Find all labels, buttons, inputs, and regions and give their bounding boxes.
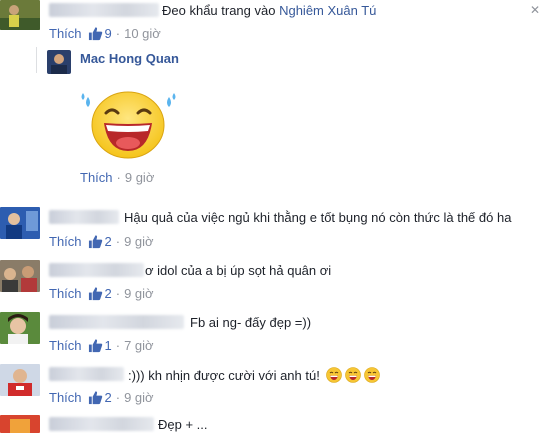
like-button[interactable]: Thích xyxy=(49,234,82,249)
reply-actions: Thích · 9 giờ xyxy=(80,170,154,185)
like-count[interactable]: 1 xyxy=(105,338,112,353)
comment-actions: Thích 9 · 10 giờ xyxy=(49,26,161,41)
separator-dot: · xyxy=(115,338,121,353)
timestamp[interactable]: 9 giờ xyxy=(124,286,154,301)
thumbs-up-icon xyxy=(88,339,102,353)
timestamp[interactable]: 7 giờ xyxy=(124,338,154,353)
thumbs-up-icon xyxy=(88,27,102,41)
timestamp[interactable]: 9 giờ xyxy=(124,234,154,249)
avatar[interactable] xyxy=(0,312,40,344)
avatar[interactable] xyxy=(0,260,40,292)
blurred-author-name xyxy=(49,367,124,381)
separator-dot: · xyxy=(115,26,121,41)
avatar[interactable] xyxy=(0,364,40,396)
comment-7: Đẹp + ... xyxy=(0,413,550,433)
timestamp[interactable]: 9 giờ xyxy=(125,170,155,185)
blurred-author-name xyxy=(49,417,154,431)
like-count[interactable]: 9 xyxy=(105,26,112,41)
avatar[interactable] xyxy=(47,50,71,74)
blurred-author-name xyxy=(49,263,144,277)
thumbs-up-icon xyxy=(88,287,102,301)
laughing-emoji-icon xyxy=(81,91,176,159)
comment-body: Hậu quả của việc ngủ khi thằng e tốt bụn… xyxy=(124,210,512,225)
blurred-author-name xyxy=(49,210,119,224)
reply-thread-line xyxy=(36,47,37,73)
thumbs-up-icon xyxy=(88,235,102,249)
separator-dot: · xyxy=(116,170,121,185)
comment-actions: Thích 2 · 9 giờ xyxy=(49,286,154,301)
avatar[interactable] xyxy=(0,207,40,239)
like-count[interactable]: 2 xyxy=(105,234,112,249)
laughing-emoji-icon xyxy=(364,367,381,383)
blurred-author-name xyxy=(49,3,159,17)
comment-actions: Thích 2 · 9 giờ xyxy=(49,390,154,405)
thumbs-up-icon xyxy=(88,391,102,405)
like-count[interactable]: 2 xyxy=(105,286,112,301)
comment-1: Đeo khẩu trang vào Nghiêm Xuân Tú ✕ Thíc… xyxy=(0,0,550,46)
comment-5: Fb ai ng- đấy đẹp =)) Thích 1 · 7 giờ xyxy=(0,310,550,358)
comment-actions: Thích 2 · 9 giờ xyxy=(49,234,154,249)
comment-4: ơ idol của a bị úp sọt hả quân ơi Thích … xyxy=(0,258,550,306)
like-button[interactable]: Thích xyxy=(49,26,82,41)
like-button[interactable]: Thích xyxy=(49,338,82,353)
laughing-emoji-icon xyxy=(345,367,362,383)
close-icon[interactable]: ✕ xyxy=(530,3,540,17)
timestamp[interactable]: 9 giờ xyxy=(124,390,154,405)
like-button[interactable]: Thích xyxy=(80,170,113,185)
comment-body: :))) kh nhịn được cười với anh tú! xyxy=(128,368,320,383)
comment-body: Đẹp + ... xyxy=(158,417,208,432)
blurred-author-name xyxy=(49,315,184,329)
comment-body: Đeo khẩu trang vào xyxy=(162,3,280,18)
timestamp[interactable]: 10 giờ xyxy=(124,26,161,41)
laughing-emoji-icon xyxy=(326,367,343,383)
comment-text: :))) kh nhịn được cười với anh tú! xyxy=(128,367,381,383)
avatar[interactable] xyxy=(0,415,40,433)
comment-body: ơ idol của a bị úp sọt hả quân ơi xyxy=(145,263,332,278)
comment-body: Fb ai ng- đấy đẹp =)) xyxy=(190,315,312,330)
mention-link[interactable]: Nghiêm Xuân Tú xyxy=(279,3,376,18)
separator-dot: · xyxy=(115,234,121,249)
reply-author-name[interactable]: Mac Hong Quan xyxy=(80,51,179,66)
avatar[interactable] xyxy=(0,0,40,30)
comment-text: Đeo khẩu trang vào Nghiêm Xuân Tú xyxy=(162,3,376,18)
like-button[interactable]: Thích xyxy=(49,286,82,301)
comment-actions: Thích 1 · 7 giờ xyxy=(49,338,154,353)
comment-3: Hậu quả của việc ngủ khi thằng e tốt bụn… xyxy=(0,205,550,253)
separator-dot: · xyxy=(115,286,121,301)
like-button[interactable]: Thích xyxy=(49,390,82,405)
separator-dot: · xyxy=(115,390,121,405)
like-count[interactable]: 2 xyxy=(105,390,112,405)
comment-6: :))) kh nhịn được cười với anh tú! Thích… xyxy=(0,362,550,410)
